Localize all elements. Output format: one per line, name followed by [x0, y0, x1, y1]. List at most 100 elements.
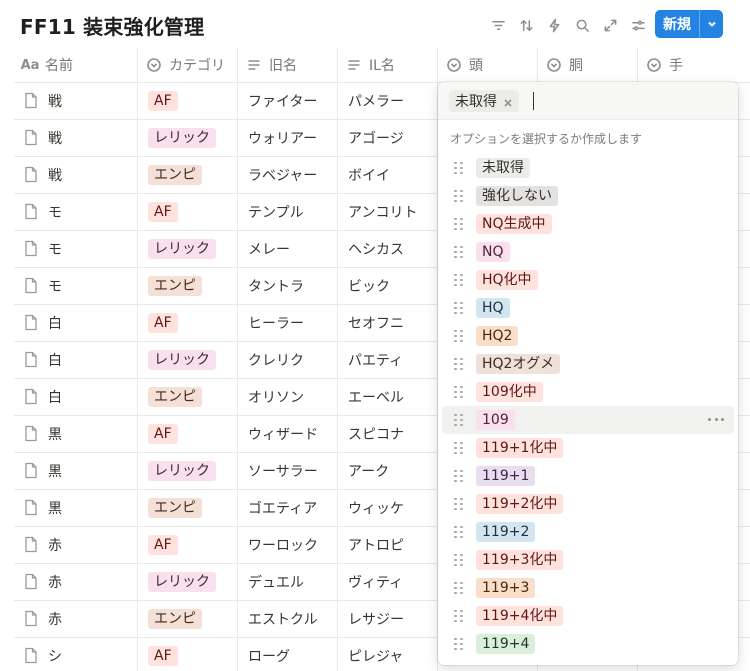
search-icon[interactable] [568, 12, 596, 38]
drag-handle-icon[interactable] [454, 609, 464, 623]
new-button[interactable]: 新規 [655, 10, 723, 38]
cell-il-name[interactable]: ウィッケ [338, 490, 438, 526]
option-item[interactable]: 109 [442, 406, 734, 434]
drag-handle-icon[interactable] [454, 469, 464, 483]
column-header-category[interactable]: カテゴリ [138, 47, 238, 83]
chevron-down-icon[interactable] [700, 19, 723, 29]
cell-name[interactable]: モ [14, 231, 138, 267]
cell-old-name[interactable]: ウォリアー [238, 120, 338, 156]
column-header-old-name[interactable]: 旧名 [238, 47, 338, 83]
cell-il-name[interactable]: アンコリト [338, 194, 438, 230]
cell-old-name[interactable]: ヒーラー [238, 305, 338, 341]
cell-il-name[interactable]: ピレジャ [338, 638, 438, 671]
cell-category[interactable]: エンピ [138, 379, 238, 415]
cell-name[interactable]: 黒 [14, 416, 138, 452]
drag-handle-icon[interactable] [454, 553, 464, 567]
drag-handle-icon[interactable] [454, 301, 464, 315]
cell-name[interactable]: 赤 [14, 601, 138, 637]
automation-icon[interactable] [540, 12, 568, 38]
cell-name[interactable]: 黒 [14, 453, 138, 489]
cell-old-name[interactable]: ワーロック [238, 527, 338, 563]
cell-old-name[interactable]: メレー [238, 231, 338, 267]
option-item[interactable]: 119+3 [438, 574, 738, 602]
cell-old-name[interactable]: ラベジャー [238, 157, 338, 193]
drag-handle-icon[interactable] [454, 189, 464, 203]
cell-name[interactable]: 赤 [14, 527, 138, 563]
option-item[interactable]: HQ2オグメ [438, 350, 738, 378]
option-item[interactable]: NQ [438, 238, 738, 266]
cell-category[interactable]: AF [138, 638, 238, 671]
cell-category[interactable]: AF [138, 527, 238, 563]
cell-name[interactable]: モ [14, 194, 138, 230]
cell-il-name[interactable]: ヴィティ [338, 564, 438, 600]
drag-handle-icon[interactable] [454, 161, 464, 175]
cell-name[interactable]: モ [14, 268, 138, 304]
cell-il-name[interactable]: パエティ [338, 342, 438, 378]
expand-icon[interactable] [596, 12, 624, 38]
cell-il-name[interactable]: アゴージ [338, 120, 438, 156]
cell-il-name[interactable]: アーク [338, 453, 438, 489]
column-header-head[interactable]: 頭 [438, 47, 538, 83]
cell-category[interactable]: エンピ [138, 268, 238, 304]
cell-old-name[interactable]: デュエル [238, 564, 338, 600]
cell-old-name[interactable]: エストクル [238, 601, 338, 637]
cell-il-name[interactable]: スピコナ [338, 416, 438, 452]
option-item[interactable]: 119+2化中 [438, 490, 738, 518]
option-item[interactable]: 119+3化中 [438, 546, 738, 574]
sort-icon[interactable] [512, 12, 540, 38]
cell-old-name[interactable]: テンプル [238, 194, 338, 230]
cell-name[interactable]: シ [14, 638, 138, 671]
cell-category[interactable]: エンピ [138, 601, 238, 637]
cell-name[interactable]: 戦 [14, 120, 138, 156]
cell-old-name[interactable]: ローグ [238, 638, 338, 671]
drag-handle-icon[interactable] [454, 581, 464, 595]
cell-il-name[interactable]: エーベル [338, 379, 438, 415]
cell-old-name[interactable]: ソーサラー [238, 453, 338, 489]
option-item[interactable]: 119+4化中 [438, 602, 738, 630]
column-header-il-name[interactable]: IL名 [338, 47, 438, 83]
option-item[interactable]: 強化しない [438, 182, 738, 210]
option-item[interactable]: 109化中 [438, 378, 738, 406]
option-item[interactable]: 119+4 [438, 630, 738, 658]
cell-il-name[interactable]: ビック [338, 268, 438, 304]
cell-il-name[interactable]: セオフニ [338, 305, 438, 341]
filter-icon[interactable] [484, 12, 512, 38]
column-header-name[interactable]: Aa 名前 [14, 47, 138, 83]
cell-category[interactable]: AF [138, 305, 238, 341]
cell-category[interactable]: レリック [138, 564, 238, 600]
option-item[interactable]: NQ生成中 [438, 210, 738, 238]
option-item[interactable]: 119+2 [438, 518, 738, 546]
drag-handle-icon[interactable] [454, 357, 464, 371]
drag-handle-icon[interactable] [454, 245, 464, 259]
option-item[interactable]: 未取得 [438, 154, 738, 182]
cell-name[interactable]: 白 [14, 342, 138, 378]
option-item[interactable]: 119+1 [438, 462, 738, 490]
option-item[interactable]: HQ [438, 294, 738, 322]
drag-handle-icon[interactable] [454, 385, 464, 399]
cell-name[interactable]: 白 [14, 379, 138, 415]
drag-handle-icon[interactable] [454, 413, 464, 427]
drag-handle-icon[interactable] [454, 329, 464, 343]
column-header-hand[interactable]: 手 [638, 47, 734, 83]
close-icon[interactable] [503, 96, 513, 107]
cell-category[interactable]: AF [138, 194, 238, 230]
cell-name[interactable]: 戦 [14, 83, 138, 119]
option-item[interactable]: HQ化中 [438, 266, 738, 294]
cell-category[interactable]: エンピ [138, 157, 238, 193]
drag-handle-icon[interactable] [454, 217, 464, 231]
drag-handle-icon[interactable] [454, 637, 464, 651]
drag-handle-icon[interactable] [454, 441, 464, 455]
cell-il-name[interactable]: ヘシカス [338, 231, 438, 267]
cell-old-name[interactable]: ゴエティア [238, 490, 338, 526]
cell-old-name[interactable]: オリソン [238, 379, 338, 415]
cell-il-name[interactable]: パメラー [338, 83, 438, 119]
cell-name[interactable]: 黒 [14, 490, 138, 526]
cell-category[interactable]: レリック [138, 342, 238, 378]
cell-category[interactable]: レリック [138, 231, 238, 267]
cell-category[interactable]: エンピ [138, 490, 238, 526]
cell-name[interactable]: 赤 [14, 564, 138, 600]
drag-handle-icon[interactable] [454, 273, 464, 287]
cell-category[interactable]: AF [138, 83, 238, 119]
column-header-body[interactable]: 胴 [538, 47, 638, 83]
cell-category[interactable]: AF [138, 416, 238, 452]
